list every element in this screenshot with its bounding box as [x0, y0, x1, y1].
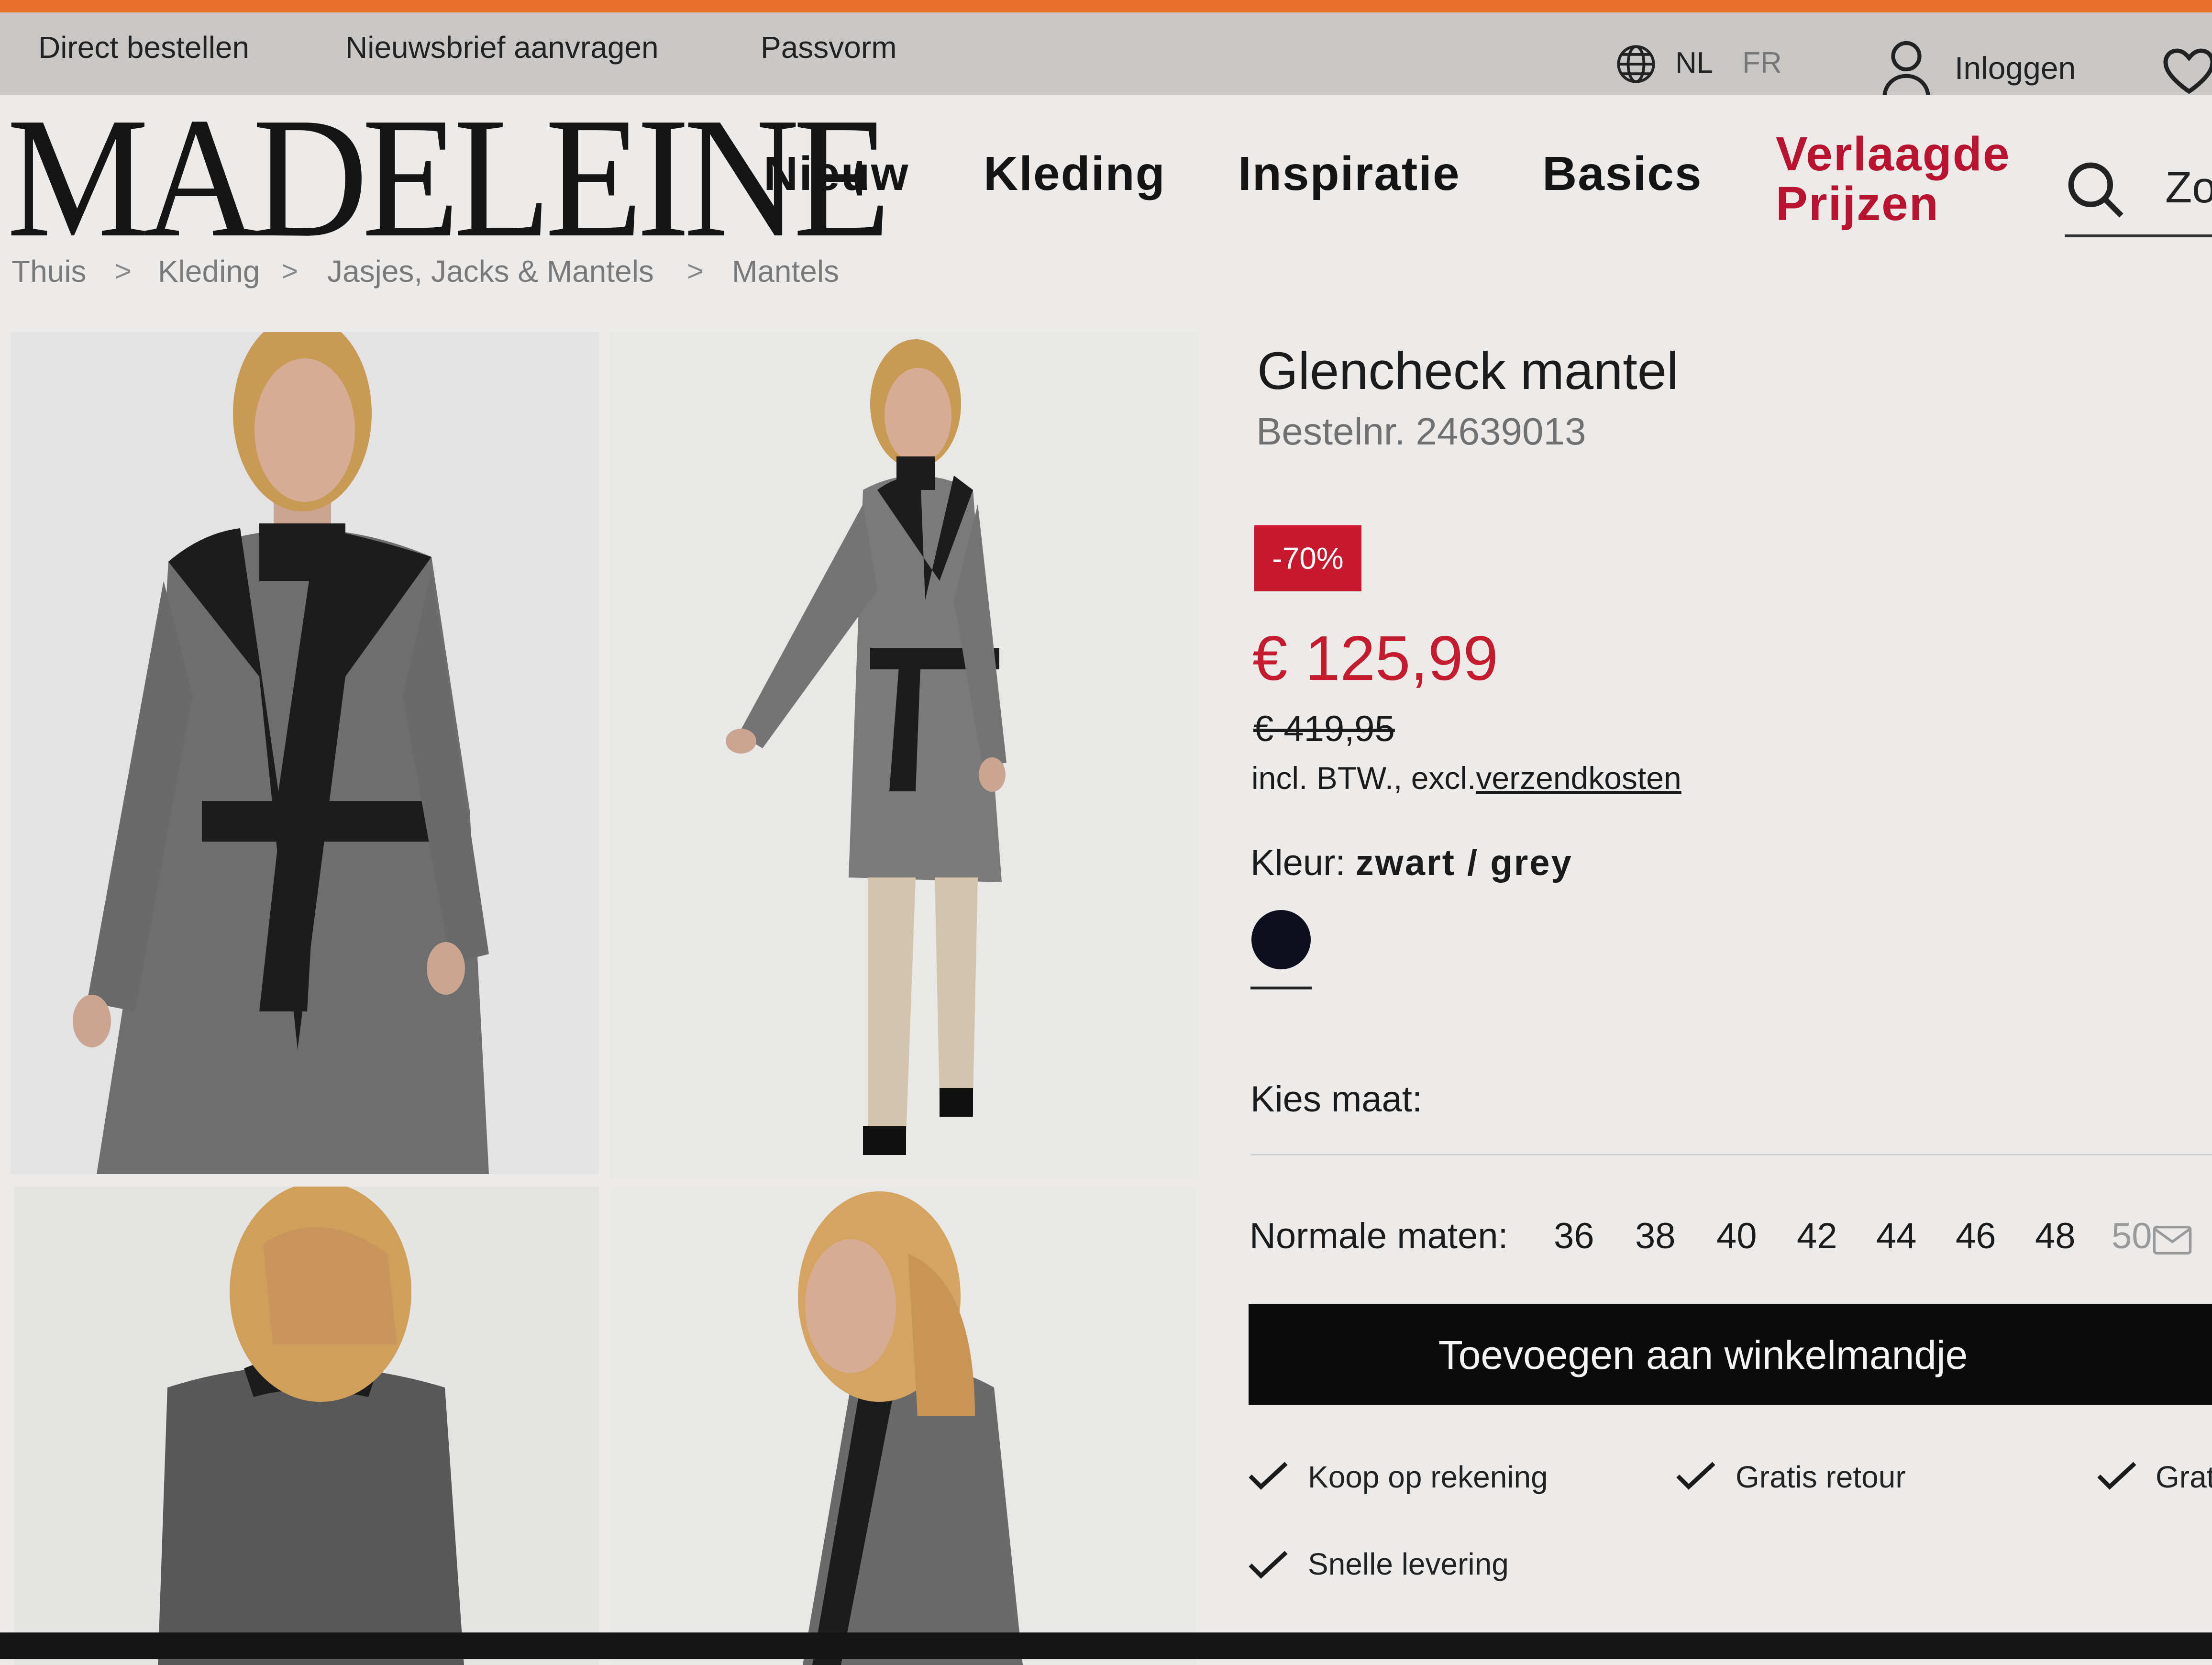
- product-photo-full-length[interactable]: [609, 332, 1199, 1179]
- usp-invoice: Koop op rekening: [1308, 1460, 1548, 1494]
- nav-kleding[interactable]: Kleding: [984, 146, 1166, 201]
- product-photo-side[interactable]: [611, 1187, 1196, 1665]
- check-icon: [2097, 1462, 2136, 1490]
- nav-sale-line1: Verlaagde: [1776, 127, 2011, 181]
- nav-basics[interactable]: Basics: [1542, 146, 1702, 201]
- size-option-40[interactable]: 40: [1716, 1215, 1757, 1257]
- size-option-36[interactable]: 36: [1554, 1215, 1594, 1257]
- heart-icon[interactable]: [2160, 41, 2212, 99]
- breadcrumb-separator-icon: >: [115, 255, 132, 287]
- check-icon: [1249, 1551, 1288, 1579]
- product-title: Glencheck mantel: [1257, 342, 1679, 400]
- usp-free-returns: Gratis retour: [1736, 1460, 1906, 1494]
- mail-notify-icon[interactable]: [2153, 1225, 2192, 1255]
- nav-nieuw[interactable]: Nieuw: [763, 146, 909, 201]
- color-label-text: Kleur:: [1250, 843, 1346, 883]
- breadcrumb-kleding[interactable]: Kleding: [158, 254, 260, 289]
- login-link[interactable]: Inloggen: [1955, 50, 2076, 86]
- nav-inspiratie[interactable]: Inspiratie: [1238, 146, 1460, 201]
- main-header: MADELEINE Nieuw Kleding Inspiratie Basic…: [0, 91, 2212, 264]
- nav-verlaagde-prijzen[interactable]: Verlaagde Prijzen: [1776, 129, 2011, 229]
- lang-nl[interactable]: NL: [1675, 46, 1713, 80]
- vat-text: incl. BTW., excl.: [1251, 760, 1476, 796]
- breadcrumb-mantels[interactable]: Mantels: [732, 254, 839, 289]
- usp-fast-delivery: Snelle levering: [1308, 1547, 1509, 1581]
- brand-logo[interactable]: MADELEINE: [7, 91, 891, 264]
- check-icon: [1249, 1462, 1288, 1490]
- nav-sale-line2: Prijzen: [1776, 177, 1939, 231]
- breadcrumb-home[interactable]: Thuis: [11, 254, 87, 289]
- product-photo-back[interactable]: [14, 1187, 599, 1665]
- size-option-38[interactable]: 38: [1635, 1215, 1676, 1257]
- selected-swatch-indicator: [1250, 987, 1312, 989]
- original-price: € 419,95: [1253, 709, 1395, 749]
- sale-price: € 125,99: [1252, 623, 1498, 693]
- size-option-42[interactable]: 42: [1797, 1215, 1837, 1257]
- divider: [1250, 1154, 2212, 1155]
- color-swatch-black[interactable]: [1251, 910, 1311, 969]
- order-number: Bestelnr. 24639013: [1256, 410, 1586, 453]
- search-icon[interactable]: [2063, 157, 2130, 224]
- direct-order-link[interactable]: Direct bestellen: [38, 30, 249, 65]
- check-icon: [1676, 1462, 1715, 1490]
- top-accent-bar: [0, 0, 2212, 12]
- screen-bezel: [0, 1632, 2212, 1659]
- breadcrumb-separator-icon: >: [281, 255, 299, 287]
- size-option-50-unavailable[interactable]: 50: [2112, 1215, 2152, 1257]
- breadcrumb-separator-icon: >: [687, 255, 704, 287]
- search-input[interactable]: Zo: [2165, 163, 2212, 213]
- user-icon[interactable]: [1880, 38, 1933, 100]
- vat-note: incl. BTW., excl.verzendkosten: [1251, 760, 1681, 796]
- color-value: zwart / grey: [1355, 843, 1573, 883]
- size-option-46[interactable]: 46: [1956, 1215, 1996, 1257]
- size-option-48[interactable]: 48: [2035, 1215, 2076, 1257]
- product-photo-front[interactable]: [11, 332, 599, 1174]
- color-label: Kleur: zwart / grey: [1250, 842, 1573, 884]
- breadcrumb-jasjes[interactable]: Jasjes, Jacks & Mantels: [327, 254, 654, 289]
- search-underline: [2065, 234, 2212, 237]
- sizes-label: Normale maten:: [1250, 1216, 1508, 1256]
- size-option-44[interactable]: 44: [1876, 1215, 1917, 1257]
- lang-fr[interactable]: FR: [1742, 46, 1782, 80]
- add-to-cart-button[interactable]: Toevoegen aan winkelmandje: [1249, 1304, 2212, 1405]
- size-prompt: Kies maat:: [1250, 1079, 1423, 1120]
- discount-badge: -70%: [1254, 525, 1361, 591]
- globe-icon: [1617, 45, 1655, 83]
- shipping-costs-link[interactable]: verzendkosten: [1476, 760, 1681, 796]
- fit-link[interactable]: Passvorm: [761, 30, 897, 65]
- newsletter-link[interactable]: Nieuwsbrief aanvragen: [345, 30, 659, 65]
- usp-truncated: Grat: [2156, 1460, 2212, 1494]
